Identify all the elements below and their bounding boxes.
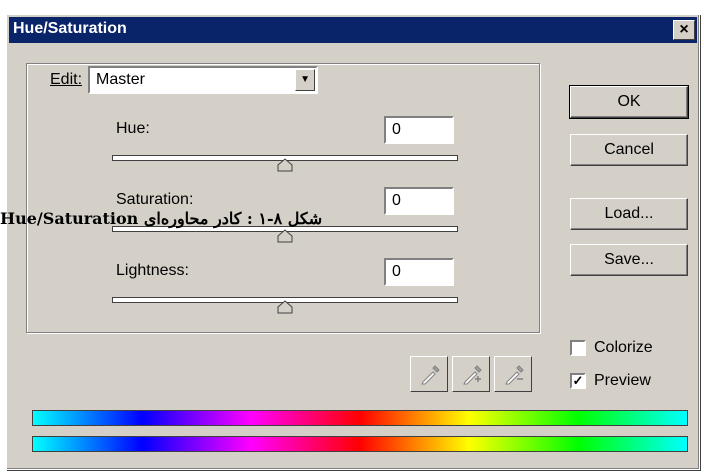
dropdown-arrow-icon[interactable]: ▼ (295, 69, 316, 91)
hue-label: Hue: (116, 120, 150, 137)
preview-checkbox[interactable]: ✓ (570, 373, 586, 389)
edit-label-text: Edit: (50, 71, 83, 88)
lightness-label: Lightness: (116, 262, 189, 279)
cancel-button[interactable]: Cancel (570, 134, 688, 166)
load-button[interactable]: Load... (570, 198, 688, 230)
eyedropper-icon (421, 365, 440, 385)
colorize-option[interactable]: Colorize (570, 339, 653, 357)
eyedropper-plus-button[interactable] (452, 356, 490, 392)
edit-row: Edit: Master ▼ (44, 65, 325, 95)
eyedropper-button[interactable] (410, 356, 448, 392)
eyedropper-minus-button[interactable] (494, 356, 532, 392)
saturation-label: Saturation: (116, 191, 194, 208)
dialog-title: Hue/Saturation (13, 20, 127, 37)
lightness-value-field[interactable]: 0 (384, 258, 454, 286)
ok-button[interactable]: OK (569, 85, 689, 119)
eyedropper-plus-icon (463, 365, 482, 385)
figure-caption: شکل ۸-۱ : کادر محاوره‌ای Hue/Saturation (0, 209, 323, 228)
edit-label: Edit: (50, 71, 82, 89)
hue-value-field[interactable]: 0 (384, 116, 454, 144)
edit-dropdown[interactable]: Master ▼ (88, 66, 319, 94)
colorize-label: Colorize (594, 339, 653, 356)
close-icon: × (679, 21, 689, 38)
output-color-spectrum (32, 436, 688, 452)
colorize-checkbox[interactable] (570, 340, 586, 356)
input-color-spectrum (32, 410, 688, 426)
preview-option[interactable]: ✓ Preview (570, 372, 651, 390)
close-button[interactable]: × (673, 20, 695, 40)
edit-dropdown-value: Master (96, 71, 145, 88)
title-bar[interactable]: Hue/Saturation × (9, 17, 697, 43)
eyedropper-minus-icon (505, 365, 524, 385)
save-button[interactable]: Save... (570, 244, 688, 276)
preview-label: Preview (594, 372, 651, 389)
edit-groupbox (26, 63, 540, 333)
